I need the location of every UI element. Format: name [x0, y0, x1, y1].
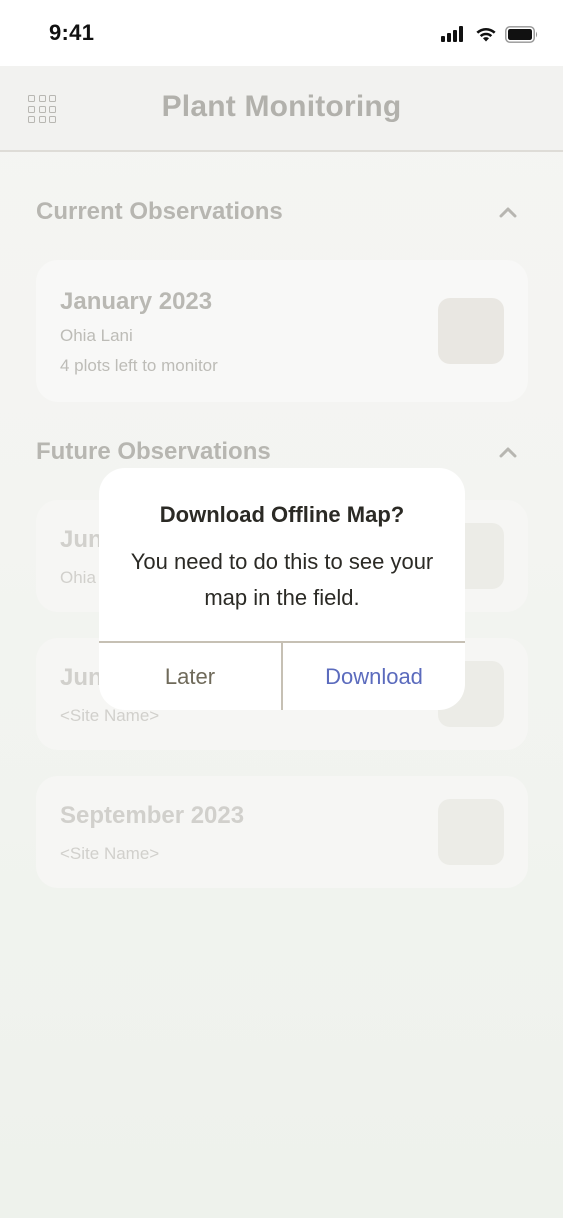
- card-site: <Site Name>: [60, 844, 160, 863]
- page-title: Plant Monitoring: [161, 90, 402, 123]
- card-title: Jun: [60, 526, 103, 553]
- later-button[interactable]: Later: [99, 643, 281, 710]
- card-title: September 2023: [60, 802, 245, 829]
- observation-card-future[interactable]: September 2023 <Site Name>: [36, 776, 528, 888]
- observation-card-current[interactable]: January 2023 Ohia Lani 4 plots left to m…: [36, 260, 528, 402]
- download-map-dialog: Download Offline Map? You need to do thi…: [99, 468, 465, 710]
- status-time: 9:41: [49, 20, 95, 45]
- section-title-future: Future Observations: [36, 438, 271, 465]
- dialog-message: You need to do this to see your map in t…: [130, 549, 434, 610]
- section-title-current: Current Observations: [36, 198, 283, 225]
- status-icons: [441, 25, 539, 43]
- card-detail: 4 plots left to monitor: [60, 356, 218, 375]
- card-thumbnail: [438, 298, 504, 364]
- app-header: Plant Monitoring: [0, 66, 563, 152]
- card-site: Ohia Lani: [60, 326, 133, 345]
- card-site: Ohia: [60, 568, 96, 587]
- card-title: January 2023: [60, 288, 213, 315]
- chevron-up-icon[interactable]: [499, 206, 517, 218]
- chevron-up-icon[interactable]: [499, 446, 517, 458]
- battery-icon: [505, 25, 538, 43]
- download-button[interactable]: Download: [283, 643, 465, 710]
- signal-icon: [441, 26, 463, 42]
- dialog-title: Download Offline Map?: [159, 502, 405, 527]
- status-bar: 9:41: [0, 0, 563, 66]
- card-thumbnail: [438, 799, 504, 865]
- card-title: Jun: [60, 664, 103, 691]
- wifi-icon: [476, 27, 496, 42]
